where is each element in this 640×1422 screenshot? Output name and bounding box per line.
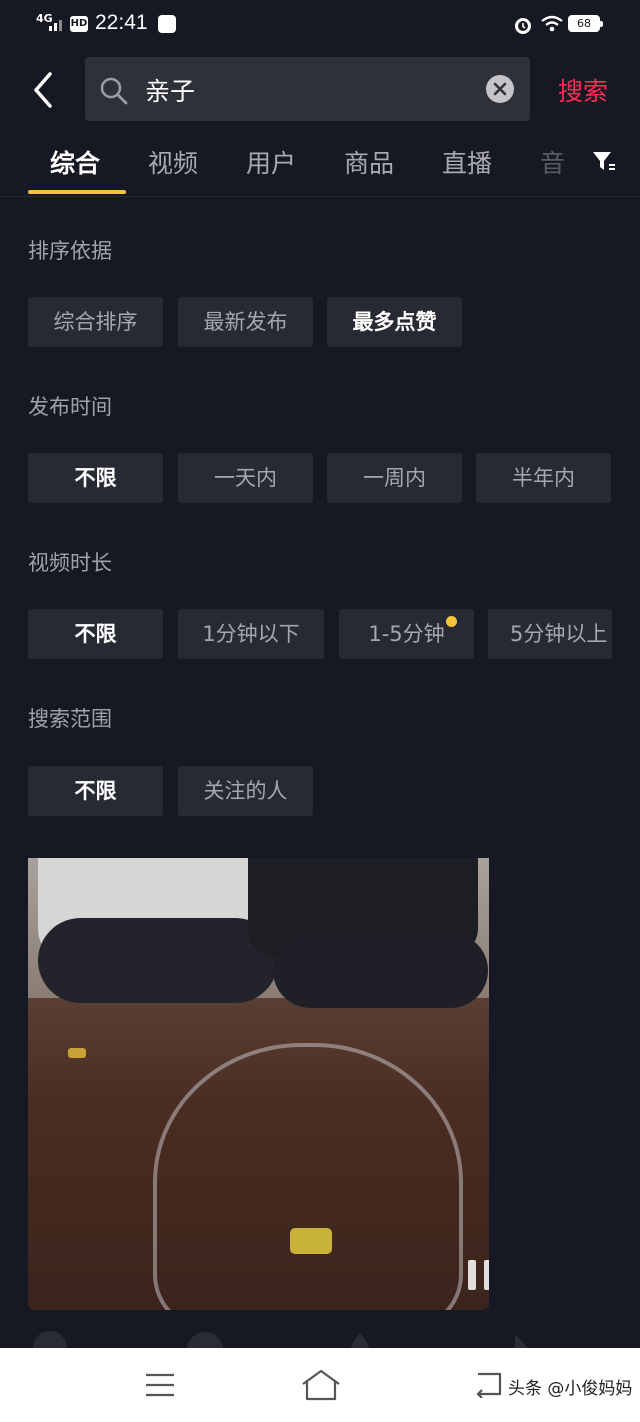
- close-icon: [493, 82, 507, 96]
- tab-products[interactable]: 商品: [344, 144, 394, 180]
- section-title-scope: 搜索范围: [28, 707, 112, 731]
- video-toy: [290, 1228, 332, 1254]
- video-toy: [68, 1048, 86, 1058]
- wifi-icon: [541, 15, 563, 32]
- search-input[interactable]: 亲子: [85, 57, 530, 121]
- chip-length-under-1min[interactable]: 1分钟以下: [178, 609, 324, 659]
- new-dot-indicator: [446, 616, 457, 627]
- chip-sort-newest[interactable]: 最新发布: [178, 297, 313, 347]
- chip-time-half-year[interactable]: 半年内: [476, 453, 611, 503]
- chip-time-day[interactable]: 一天内: [178, 453, 313, 503]
- chip-scope-following[interactable]: 关注的人: [178, 766, 313, 816]
- section-title-publish-time: 发布时间: [28, 395, 112, 419]
- video-glass: [153, 1043, 463, 1310]
- video-thumbnail[interactable]: [28, 858, 489, 1310]
- chip-scope-any[interactable]: 不限: [28, 766, 163, 816]
- search-icon: [100, 77, 128, 105]
- home-icon[interactable]: [300, 1368, 342, 1402]
- battery-indicator: 68: [568, 15, 603, 32]
- clear-search-button[interactable]: [486, 75, 514, 103]
- signal-icon: [49, 20, 62, 31]
- tab-live[interactable]: 直播: [442, 144, 492, 180]
- search-button[interactable]: 搜索: [558, 72, 608, 108]
- filter-icon[interactable]: [592, 150, 616, 174]
- active-tab-indicator: [28, 190, 126, 194]
- system-nav-bar: 头条 @小俊妈妈: [0, 1348, 640, 1422]
- hd-badge: HD: [70, 16, 88, 32]
- result-tabs: 综合 视频 用户 商品 直播 音: [0, 140, 640, 197]
- back-arrow-icon[interactable]: [26, 68, 66, 112]
- alarm-icon: [515, 18, 531, 34]
- app-notification-icon: [158, 15, 176, 33]
- tab-video[interactable]: 视频: [148, 144, 198, 180]
- pause-icon[interactable]: [468, 1260, 489, 1290]
- video-figure: [273, 933, 488, 1008]
- menu-icon[interactable]: [145, 1372, 175, 1398]
- status-bar: 4G HD 22:41 68: [0, 0, 640, 50]
- status-time: 22:41: [95, 11, 148, 34]
- chip-time-any[interactable]: 不限: [28, 453, 163, 503]
- video-result-area: [0, 858, 640, 1348]
- chip-time-week[interactable]: 一周内: [327, 453, 462, 503]
- chip-sort-most-liked[interactable]: 最多点赞: [327, 297, 462, 347]
- video-figure: [38, 918, 278, 1003]
- video-actions-row: [33, 1331, 528, 1348]
- tab-music[interactable]: 音: [540, 144, 565, 180]
- section-title-sort: 排序依据: [28, 239, 112, 263]
- chip-length-any[interactable]: 不限: [28, 609, 163, 659]
- watermark-text: 头条 @小俊妈妈: [508, 1379, 633, 1399]
- filter-panel: 排序依据 综合排序 最新发布 最多点赞 发布时间 不限 一天内 一周内 半年内 …: [0, 197, 640, 858]
- tab-users[interactable]: 用户: [246, 144, 296, 180]
- chip-length-over-5min[interactable]: 5分钟以上: [488, 609, 612, 659]
- back-nav-icon[interactable]: [472, 1370, 504, 1398]
- search-query: 亲子: [145, 77, 196, 106]
- section-title-video-length: 视频时长: [28, 551, 112, 575]
- tab-comprehensive[interactable]: 综合: [50, 144, 100, 180]
- chip-sort-comprehensive[interactable]: 综合排序: [28, 297, 163, 347]
